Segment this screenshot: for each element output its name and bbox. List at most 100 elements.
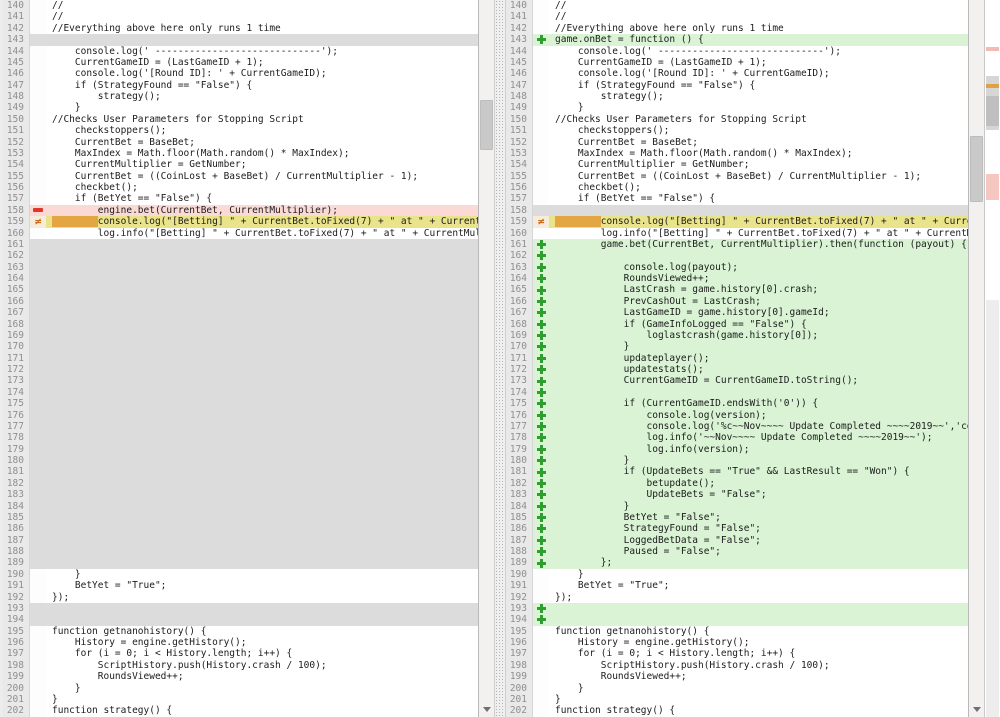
line-number: 163: [506, 262, 533, 273]
line-number: 201: [506, 694, 533, 705]
code-text: [46, 501, 478, 512]
line-number: 174: [3, 387, 30, 398]
line-margin: [30, 364, 46, 375]
line-number: 152: [3, 137, 30, 148]
line-margin: [30, 694, 46, 705]
code-text: [46, 364, 478, 375]
code-text: BetYet = "True";: [549, 580, 968, 591]
code-line-167: 167: [3, 307, 478, 318]
line-number: 198: [506, 660, 533, 671]
code-line-159: 159≠ console.log("[Betting] " + CurrentB…: [506, 216, 968, 227]
line-number: 180: [3, 455, 30, 466]
line-number: 186: [3, 523, 30, 534]
line-number: 200: [506, 683, 533, 694]
line-margin: [533, 193, 549, 204]
line-number: 177: [3, 421, 30, 432]
line-margin: [533, 592, 549, 603]
line-margin: [30, 637, 46, 648]
right-pane-scrollbar[interactable]: [968, 0, 984, 717]
diff-navigation-bar[interactable]: [984, 0, 1000, 717]
code-line-145: 145 CurrentGameID = (LastGameID + 1);: [506, 57, 968, 68]
code-text: }: [549, 455, 968, 466]
code-text: }: [46, 683, 478, 694]
code-line-189: 189: [3, 557, 478, 568]
plus-icon: [533, 466, 549, 477]
code-line-162: 162: [506, 250, 968, 261]
not-equal-icon: ≠: [538, 218, 545, 226]
line-number: 179: [506, 444, 533, 455]
code-text: //Everything above here only runs 1 time: [549, 23, 968, 34]
code-line-160: 160 log.info("[Betting] " + CurrentBet.t…: [3, 228, 478, 239]
right-scrollbar-thumb[interactable]: [970, 136, 983, 202]
line-number: 167: [506, 307, 533, 318]
left-scrollbar-thumb[interactable]: [480, 100, 493, 150]
plus-icon: [537, 479, 546, 488]
line-number: 168: [506, 319, 533, 330]
line-margin: [533, 694, 549, 705]
code-text: ScriptHistory.push(History.crash / 100);: [46, 660, 478, 671]
left-scroll-down-button[interactable]: [479, 704, 494, 715]
code-line-174: 174: [506, 387, 968, 398]
line-number: 187: [3, 535, 30, 546]
pane-splitter[interactable]: [494, 0, 506, 717]
line-margin: [533, 660, 549, 671]
line-margin: [533, 171, 549, 182]
code-text: [46, 250, 478, 261]
line-margin: [533, 705, 549, 716]
code-line-198: 198 ScriptHistory.push(History.crash / 1…: [3, 660, 478, 671]
code-text: //: [46, 0, 478, 11]
code-line-166: 166: [3, 296, 478, 307]
code-text: //Checks User Parameters for Stopping Sc…: [549, 114, 968, 125]
line-number: 181: [506, 466, 533, 477]
right-scroll-down-button[interactable]: [969, 704, 984, 715]
code-line-152: 152 CurrentBet = BaseBet;: [506, 137, 968, 148]
line-margin: [533, 91, 549, 102]
code-line-154: 154 CurrentMultiplier = GetNumber;: [506, 159, 968, 170]
line-margin: [30, 284, 46, 295]
code-line-182: 182 betupdate();: [506, 478, 968, 489]
line-margin: [30, 671, 46, 682]
line-margin: [30, 421, 46, 432]
plus-icon: [537, 320, 546, 329]
plus-icon: [537, 604, 546, 613]
code-line-200: 200 }: [506, 683, 968, 694]
code-line-156: 156 checkbet();: [506, 182, 968, 193]
code-text: //Checks User Parameters for Stopping Sc…: [46, 114, 478, 125]
code-text: BetYet = "False";: [549, 512, 968, 523]
left-compare-pane[interactable]: 140//141//142//Everything above here onl…: [0, 0, 478, 717]
code-text: }: [549, 569, 968, 580]
plus-icon: [533, 262, 549, 273]
code-line-146: 146 console.log('[Round ID]: ' + Current…: [506, 68, 968, 79]
line-number: 161: [3, 239, 30, 250]
line-number: 172: [506, 364, 533, 375]
code-line-158: 158: [506, 205, 968, 216]
line-number: 166: [506, 296, 533, 307]
plus-icon: [537, 308, 546, 317]
line-margin: [533, 626, 549, 637]
line-number: 195: [3, 626, 30, 637]
code-line-187: 187 LoggedBetData = "False";: [506, 535, 968, 546]
plus-icon: [533, 614, 549, 625]
code-line-173: 173: [3, 375, 478, 386]
code-line-141: 141//: [506, 11, 968, 22]
code-text: }: [549, 683, 968, 694]
plus-icon: [533, 34, 549, 45]
code-text: [46, 432, 478, 443]
left-pane-scrollbar[interactable]: [478, 0, 494, 717]
plus-icon: [533, 501, 549, 512]
code-text: if (UpdateBets == "True" && LastResult =…: [549, 466, 968, 477]
code-text: CurrentBet = BaseBet;: [46, 137, 478, 148]
code-text: PrevCashOut = LastCrash;: [549, 296, 968, 307]
line-margin: [533, 182, 549, 193]
line-number: 177: [506, 421, 533, 432]
line-number: 173: [3, 375, 30, 386]
right-compare-pane[interactable]: 140//141//142//Everything above here onl…: [506, 0, 968, 717]
line-margin: [533, 137, 549, 148]
line-number: 164: [3, 273, 30, 284]
code-text: [46, 398, 478, 409]
code-line-156: 156 checkbet();: [3, 182, 478, 193]
code-text: [46, 375, 478, 386]
code-text: });: [46, 592, 478, 603]
minus-icon: [30, 205, 46, 216]
line-margin: [533, 205, 549, 216]
